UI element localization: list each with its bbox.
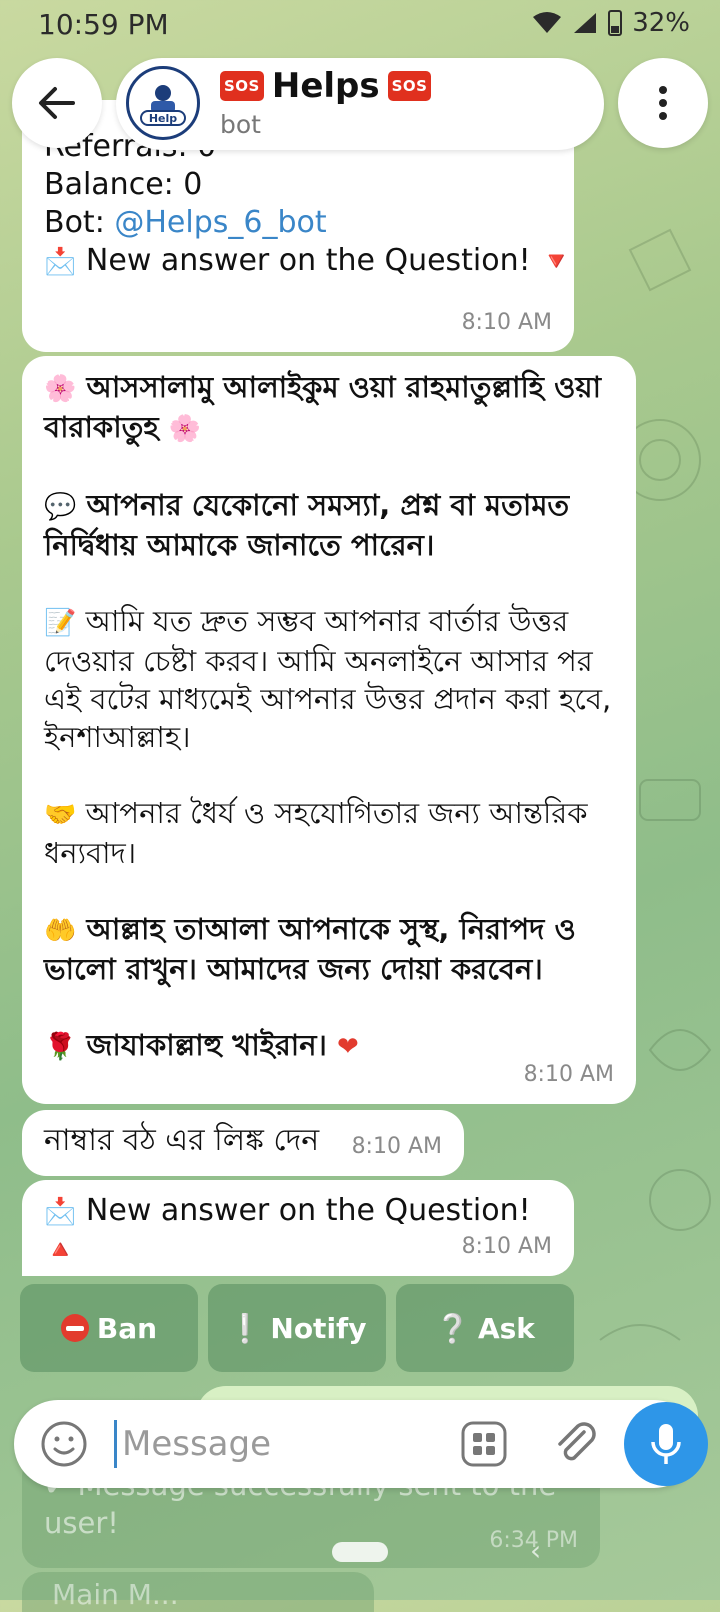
background-menu-text: Main M...	[52, 1578, 179, 1611]
question-icon: ❔	[435, 1311, 470, 1345]
battery-icon	[608, 10, 623, 36]
chat-title-text: Helps	[271, 66, 380, 106]
bot-label: Bot:	[44, 205, 115, 240]
more-vertical-icon	[659, 86, 667, 120]
message-composer	[14, 1400, 708, 1488]
message-bubble[interactable]: 🌸 আসসালামু আলাইকুম ওয়া রাহমাতুল্লাহি ওয…	[22, 356, 636, 1104]
notice-line: 📩 New answer on the Question! 🔻	[44, 242, 573, 280]
message-text: নাম্বার বঠ এর লিঙ্ক দেন	[44, 1123, 320, 1158]
message-time: 8:10 AM	[523, 1062, 614, 1087]
paragraph-1: 💬 আপনার যেকোনো সমস্যা, প্রশ্ন বা মতামত ন…	[44, 488, 570, 562]
inline-keyboard: Ban ❕ Notify ❔ Ask	[20, 1284, 574, 1372]
background-menu-button: Main M...	[22, 1572, 374, 1612]
chat-header[interactable]: Help SOS Helps SOS bot	[116, 58, 604, 150]
notify-label: Notify	[270, 1311, 367, 1345]
ban-button[interactable]: Ban	[20, 1284, 198, 1372]
blossom-icon: 🌸	[168, 414, 202, 444]
emoji-icon[interactable]	[40, 1420, 88, 1468]
bot-link[interactable]: @Helps_6_bot	[114, 205, 326, 240]
more-options-button[interactable]	[618, 58, 708, 148]
message-input[interactable]	[120, 1414, 444, 1474]
envelope-icon: 📩	[44, 246, 77, 277]
notify-button[interactable]: ❕ Notify	[208, 1284, 386, 1372]
sos-icon: SOS	[387, 71, 432, 101]
microphone-icon	[651, 1424, 681, 1464]
triangle-up-icon: 🔺	[44, 1235, 77, 1265]
chat-title: SOS Helps SOS	[220, 66, 432, 106]
chevron-left-icon[interactable]: ‹	[530, 1534, 541, 1567]
triangle-down-icon: 🔻	[540, 246, 573, 277]
heart-icon: ❤	[337, 1032, 359, 1062]
back-button[interactable]	[12, 58, 102, 148]
message-bubble[interactable]: 📩 New answer on the Question! 🔺 8:10 AM	[22, 1180, 574, 1276]
signal-icon	[574, 13, 597, 33]
battery-percent: 32%	[632, 8, 690, 38]
handshake-icon: 🤝	[44, 800, 77, 830]
rose-icon: 🌹	[44, 1032, 77, 1062]
ban-label: Ban	[96, 1311, 158, 1345]
svg-text:Help: Help	[149, 112, 177, 125]
ask-label: Ask	[477, 1311, 535, 1345]
blossom-icon: 🌸	[44, 374, 77, 404]
status-icons: 32%	[532, 8, 690, 38]
text-cursor	[114, 1420, 117, 1468]
wifi-icon	[533, 12, 562, 33]
bot-commands-icon[interactable]	[460, 1420, 508, 1468]
notice-text: New answer on the Question!	[85, 243, 531, 278]
home-indicator[interactable]	[332, 1542, 388, 1562]
memo-icon: 📝	[44, 608, 77, 638]
ask-button[interactable]: ❔ Ask	[396, 1284, 574, 1372]
status-bar: 10:59 PM 32%	[0, 0, 720, 50]
message-time: 8:10 AM	[351, 1134, 442, 1159]
message-bubble[interactable]: নাম্বার বঠ এর লিঙ্ক দেন 8:10 AM	[22, 1110, 464, 1176]
notice-text: New answer on the Question!	[85, 1193, 531, 1228]
balance-line: Balance: 0	[44, 167, 203, 202]
exclamation-icon: ❕	[227, 1311, 263, 1345]
paragraph-3: 🤝 আপনার ধৈর্য ও সহযোগিতার জন্য আন্তরিক ধ…	[44, 796, 588, 870]
paragraph-4: 🤲 আল্লাহ তাআলা আপনাকে সুস্থ, নিরাপদ ও ভা…	[44, 912, 576, 986]
speech-bubble-icon: 💬	[44, 492, 77, 522]
envelope-icon: 📩	[44, 1196, 77, 1227]
bot-avatar[interactable]: Help	[126, 66, 200, 140]
chat-subtitle: bot	[220, 110, 261, 139]
no-entry-icon	[60, 1314, 89, 1342]
arrow-left-icon	[39, 87, 75, 119]
message-time: 8:10 AM	[461, 1234, 552, 1259]
status-time: 10:59 PM	[38, 8, 169, 41]
sos-icon: SOS	[220, 71, 264, 101]
help-logo: Help	[131, 71, 195, 135]
attach-icon[interactable]	[550, 1418, 602, 1470]
bot-line: Bot: @Helps_6_bot	[44, 204, 552, 242]
palms-up-icon: 🤲	[44, 916, 77, 946]
voice-message-button[interactable]	[624, 1402, 708, 1486]
paragraph-2: 📝 আমি যত দ্রুত সম্ভব আপনার বার্তার উত্তর…	[44, 604, 612, 754]
greeting-text: 🌸 আসসালামু আলাইকুম ওয়া রাহমাতুল্লাহি ওয…	[44, 368, 614, 448]
message-time: 8:10 AM	[461, 310, 552, 335]
